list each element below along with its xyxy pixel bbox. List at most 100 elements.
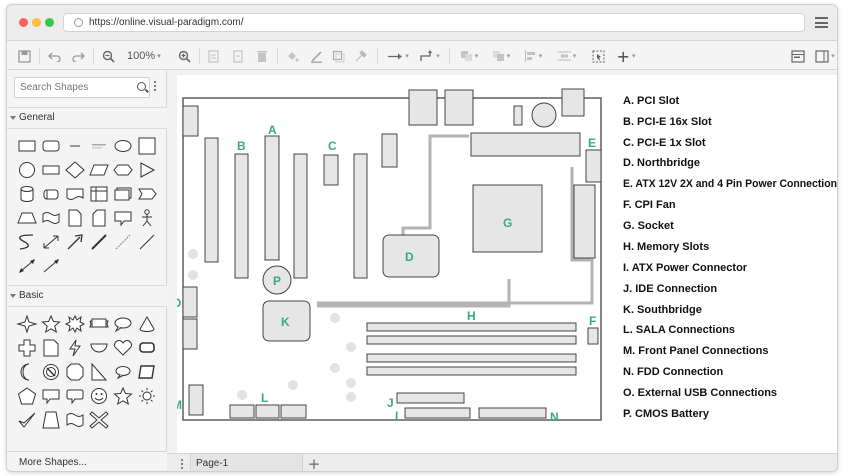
rect-callout-shape-icon[interactable] [39, 385, 63, 407]
square-shape-icon[interactable] [135, 135, 159, 157]
line-shape-icon[interactable] [135, 231, 159, 253]
external-usb[interactable] [182, 318, 198, 350]
page-menu-icon[interactable] [173, 454, 191, 471]
label-h[interactable]: H [467, 309, 476, 323]
label-a[interactable]: A [268, 123, 277, 137]
legend-item[interactable]: H. Memory Slots [623, 241, 709, 253]
ide-connection[interactable] [396, 392, 465, 404]
half-circle-shape-icon[interactable] [87, 337, 111, 359]
diamond-shape-icon[interactable] [63, 159, 87, 181]
legend-item[interactable]: C. PCI-E 1x Slot [623, 137, 706, 149]
shadow-icon[interactable] [329, 47, 347, 65]
slanted-page-shape-icon[interactable] [39, 409, 63, 431]
maximize-window-icon[interactable] [45, 18, 54, 27]
align-icon[interactable]: ▾ [521, 47, 545, 65]
card-shape-icon[interactable] [87, 207, 111, 229]
label-i[interactable]: I [395, 409, 398, 423]
legend-item[interactable]: P. CMOS Battery [623, 408, 710, 420]
label-b[interactable]: B [237, 139, 246, 153]
bidirectional-connector-shape-icon[interactable] [15, 255, 39, 277]
more-shapes-button[interactable]: More Shapes... [7, 451, 167, 471]
burst-shape-icon[interactable] [63, 313, 87, 335]
link-shape-icon[interactable] [87, 231, 111, 253]
x-shape-icon[interactable] [87, 409, 111, 431]
memory-slot[interactable] [366, 366, 577, 376]
flow-bubble-shape-icon[interactable] [111, 361, 135, 383]
legend-item[interactable]: J. IDE Connection [623, 283, 717, 295]
cylinder-shape-icon[interactable] [15, 183, 39, 205]
atx-power-connector[interactable] [404, 407, 471, 419]
star-shape-icon[interactable] [39, 313, 63, 335]
label-d[interactable]: D [405, 250, 414, 264]
io-connector[interactable] [531, 102, 557, 128]
tape-shape-icon[interactable] [39, 207, 63, 229]
label-c[interactable]: C [328, 139, 337, 153]
zoom-dropdown-icon[interactable]: ▾ [155, 47, 163, 65]
callout-shape-icon[interactable] [111, 207, 135, 229]
duplicate-icon[interactable] [205, 47, 223, 65]
io-connector[interactable] [444, 89, 474, 126]
label-o[interactable]: O [172, 296, 181, 310]
four-point-star-shape-icon[interactable] [15, 313, 39, 335]
fill-color-icon[interactable] [283, 47, 301, 65]
sata-connection[interactable] [229, 404, 255, 419]
section-general-header[interactable]: General [7, 107, 167, 129]
curve-shape-icon[interactable] [15, 231, 39, 253]
folded-page-shape-icon[interactable] [39, 337, 63, 359]
no-symbol-shape-icon[interactable] [39, 361, 63, 383]
hexagon-shape-icon[interactable] [111, 159, 135, 181]
legend-item[interactable]: G. Socket [623, 220, 674, 232]
edge-component[interactable] [182, 105, 199, 137]
line-color-icon[interactable] [307, 47, 325, 65]
pci-slot[interactable] [293, 153, 308, 279]
to-front-icon[interactable]: ▾ [457, 47, 481, 65]
scroll-shape-icon[interactable] [135, 361, 159, 383]
atx-12v-connector[interactable] [470, 132, 581, 157]
label-n[interactable]: N [550, 410, 559, 424]
text-shape-icon[interactable] [63, 135, 87, 157]
lightning-shape-icon[interactable] [63, 337, 87, 359]
speech-bubble-shape-icon[interactable] [135, 337, 159, 359]
checkmark-shape-icon[interactable] [15, 409, 39, 431]
address-bar[interactable]: https://online.visual-paradigm.com/ [63, 13, 805, 32]
cross-shape-icon[interactable] [15, 337, 39, 359]
sidebar-toggle-icon[interactable]: ▾ [813, 47, 837, 65]
fdd-connection[interactable] [478, 407, 547, 419]
legend-item[interactable]: M. Front Panel Connections [623, 345, 768, 357]
external-usb[interactable] [182, 286, 198, 318]
url-text[interactable]: https://online.visual-paradigm.com/ [89, 17, 244, 28]
section-basic-header[interactable]: Basic [7, 285, 167, 307]
label-g[interactable]: G [503, 216, 512, 230]
actor-shape-icon[interactable] [135, 207, 159, 229]
process-shape-icon[interactable] [39, 159, 63, 181]
circle-shape-icon[interactable] [15, 159, 39, 181]
memory-slot[interactable] [366, 322, 577, 332]
zoom-level[interactable]: 100% [127, 50, 155, 62]
legend-item[interactable]: L. SALA Connections [623, 324, 735, 336]
io-connector[interactable] [513, 105, 523, 126]
rectangle-shape-icon[interactable] [15, 135, 39, 157]
distribute-icon[interactable]: ▾ [555, 47, 579, 65]
sata-connection[interactable] [255, 404, 280, 419]
label-p[interactable]: P [273, 274, 281, 288]
ellipse-shape-icon[interactable] [111, 135, 135, 157]
pci-e-16x-slot[interactable] [234, 153, 249, 279]
pci-slot[interactable] [353, 153, 368, 279]
pci-slot[interactable] [264, 135, 280, 261]
diagram-page[interactable]: A B C D E F G H I J K L M N O P A. PCI S… [172, 75, 837, 453]
arrange-icon[interactable]: ▾ [489, 47, 513, 65]
legend-item[interactable]: E. ATX 12V 2X and 4 Pin Power Connection [623, 178, 837, 190]
legend-item[interactable]: K. Southbridge [623, 304, 702, 316]
legend-item[interactable]: N. FDD Connection [623, 366, 723, 378]
five-point-star-shape-icon[interactable] [111, 385, 135, 407]
cloud-callout-shape-icon[interactable] [111, 313, 135, 335]
horizontal-cylinder-shape-icon[interactable] [39, 183, 63, 205]
right-connector[interactable] [573, 184, 596, 259]
close-window-icon[interactable] [19, 18, 28, 27]
memory-slot[interactable] [366, 353, 577, 363]
search-input[interactable] [15, 78, 133, 97]
top-small-chip[interactable] [381, 133, 398, 168]
zoom-out-icon[interactable] [99, 47, 117, 65]
select-region-icon[interactable] [589, 47, 607, 65]
io-connector[interactable] [561, 88, 585, 117]
